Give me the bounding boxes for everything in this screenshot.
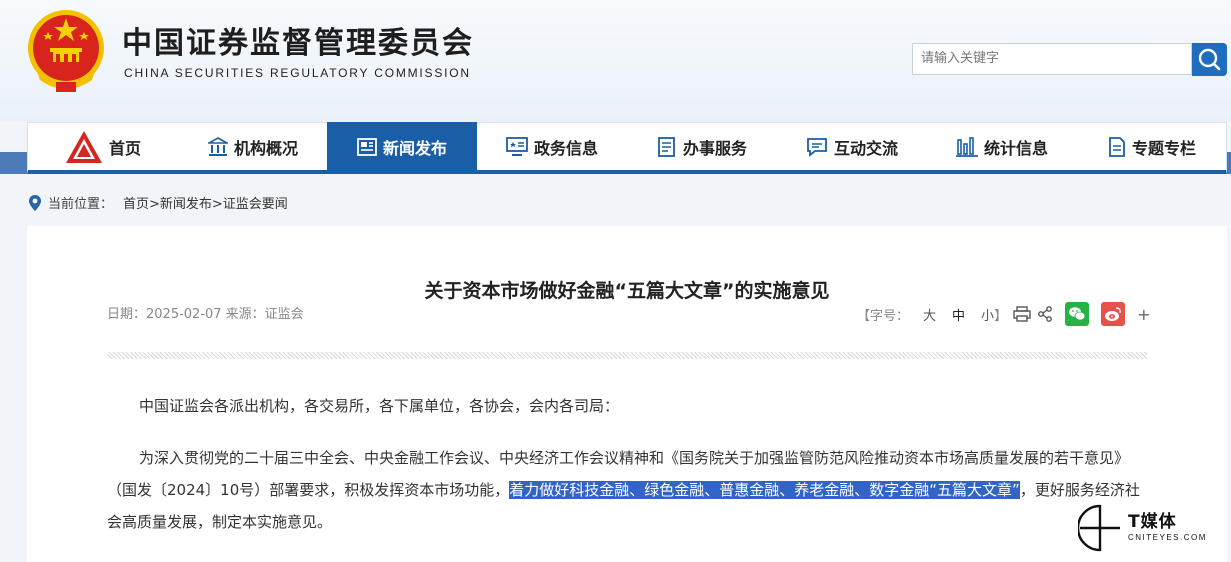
nav-label-services: 办事服务 (682, 139, 747, 158)
font-size-small[interactable]: 小 (981, 305, 994, 324)
nav-item-interaction[interactable]: 互动交流 (777, 123, 927, 171)
article-title: 关于资本市场做好金融“五篇大文章”的实施意见 (424, 280, 830, 302)
breadcrumb-label: 当前位置： (48, 197, 114, 212)
file-icon (1108, 137, 1126, 157)
csrc-logo-icon (65, 130, 103, 164)
article-tools: 【字号： 大 中 小 】 + (857, 300, 1150, 328)
search-input[interactable]: 请输入关键字 (912, 43, 1192, 75)
nav-label-home: 首页 (108, 139, 141, 158)
nav-item-news[interactable]: 新闻发布 (327, 122, 477, 171)
search-icon (1198, 48, 1221, 71)
main-nav: 首页 机构概况 新闻发布 政务信息 办事服务 互动交流 统计信息 专题专栏 (27, 122, 1227, 174)
document-list-icon (657, 137, 677, 157)
national-emblem-icon[interactable] (26, 8, 106, 94)
nav-item-home[interactable]: 首页 (28, 123, 178, 171)
font-size-label: 【字号： (857, 308, 910, 324)
wechat-share-button[interactable] (1065, 302, 1090, 326)
selected-text-highlight[interactable]: 着力做好科技金融、绿色金融、普惠金融、养老金融、数字金融“五篇大文章” (509, 481, 1020, 499)
watermark-main: T媒体 (1128, 512, 1177, 532)
print-icon[interactable] (1013, 306, 1031, 322)
nav-label-statistics: 统计信息 (983, 139, 1048, 158)
nav-item-government-info[interactable]: 政务信息 (477, 123, 627, 171)
building-icon (207, 137, 228, 157)
location-pin-icon (29, 194, 41, 211)
weibo-share-button[interactable] (1101, 302, 1126, 326)
font-size-medium[interactable]: 中 (952, 305, 965, 324)
breadcrumb: 当前位置： 首页>新闻发布>证监会要闻 (28, 193, 288, 212)
watermark-sub: CNITEYES.COM (1128, 533, 1207, 542)
monitor-icon (506, 137, 528, 157)
article-paragraph-2: 为深入贯彻党的二十届三中全会、中央金融工作会议、中央经济工作会议精神和《国务院关… (107, 442, 1147, 538)
nav-label-government-info: 政务信息 (533, 139, 598, 158)
nav-label-about: 机构概况 (233, 139, 298, 158)
font-size-large[interactable]: 大 (923, 305, 936, 324)
article-container: 关于资本市场做好金融“五篇大文章”的实施意见 日期：2025-02-07 来源：… (27, 226, 1227, 562)
breadcrumb-path[interactable]: 首页>新闻发布>证监会要闻 (123, 193, 288, 212)
search-button[interactable] (1192, 43, 1227, 76)
title-divider (107, 352, 1147, 359)
site-header: 中国证券监督管理委员会 CHINA SECURITIES REGULATORY … (0, 0, 1231, 122)
font-size-close: 】 (994, 308, 1008, 324)
article-meta: 日期：2025-02-07 来源：证监会 (107, 307, 304, 322)
nav-label-news: 新闻发布 (382, 138, 447, 158)
t-media-logo-icon (1078, 504, 1120, 552)
newspaper-icon (357, 137, 377, 156)
more-share-button[interactable]: + (1137, 305, 1150, 324)
nav-label-special-topics: 专题专栏 (1131, 139, 1196, 158)
watermark: T媒体 CNITEYES.COM (1078, 500, 1228, 556)
nav-label-interaction: 互动交流 (833, 139, 898, 158)
share-icon[interactable] (1037, 306, 1053, 322)
bar-chart-icon (955, 137, 978, 157)
nav-item-special-topics[interactable]: 专题专栏 (1077, 123, 1227, 171)
nav-item-services[interactable]: 办事服务 (627, 123, 777, 171)
nav-item-about[interactable]: 机构概况 (178, 123, 328, 171)
site-title-cn: 中国证券监督管理委员会 (122, 26, 474, 61)
article-paragraph-1: 中国证监会各派出机构，各交易所，各下属单位，各协会，会内各司局： (139, 397, 620, 415)
chat-icon (806, 137, 828, 157)
weibo-icon (1105, 307, 1121, 321)
wechat-icon (1069, 307, 1086, 321)
nav-item-statistics[interactable]: 统计信息 (927, 123, 1077, 171)
site-title-en: CHINA SECURITIES REGULATORY COMMISSION (124, 66, 471, 80)
